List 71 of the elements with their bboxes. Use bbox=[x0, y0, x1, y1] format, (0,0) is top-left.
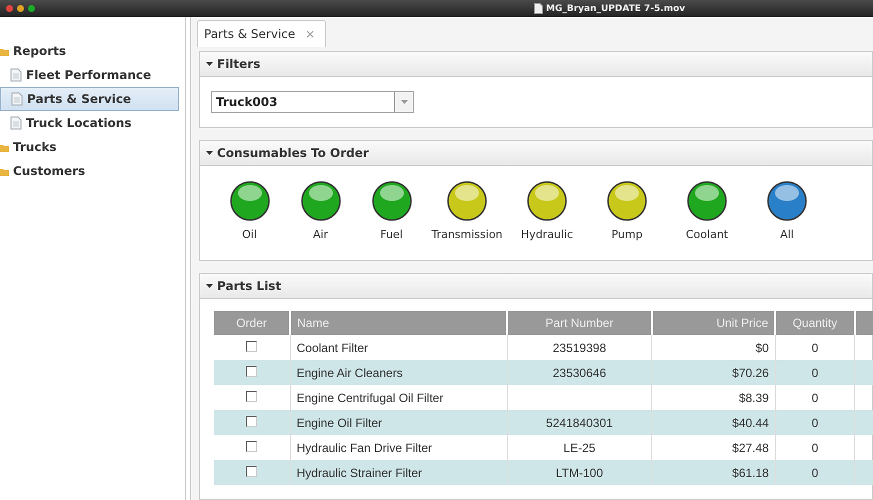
zoom-icon[interactable] bbox=[28, 5, 35, 12]
caret-icon bbox=[206, 150, 213, 156]
folder-icon bbox=[0, 142, 9, 152]
table-cell: 0 bbox=[812, 340, 818, 354]
table-cell: $40.44 bbox=[732, 416, 769, 430]
light-label: Hydraulic bbox=[520, 228, 574, 241]
section-header[interactable]: Consumables To Order bbox=[200, 141, 872, 166]
table-cell: $61.18 bbox=[732, 466, 769, 480]
checkbox[interactable] bbox=[246, 366, 258, 376]
tree-item[interactable]: Trucks bbox=[0, 135, 185, 159]
checkbox[interactable] bbox=[246, 466, 258, 476]
table-cell: 0 bbox=[812, 366, 818, 380]
tree-item[interactable]: Parts & Service bbox=[0, 87, 179, 111]
status-light[interactable] bbox=[766, 180, 808, 222]
table-cell: Coolant Filter bbox=[296, 340, 368, 354]
checkbox[interactable] bbox=[246, 440, 258, 452]
status-light[interactable] bbox=[526, 180, 568, 222]
document-icon bbox=[10, 68, 22, 82]
table-cell: 5241840301 bbox=[546, 416, 613, 430]
document-icon bbox=[534, 3, 543, 14]
table-cell: $27.48 bbox=[732, 440, 769, 454]
tree-item[interactable]: Fleet Performance bbox=[0, 63, 179, 87]
status-light[interactable] bbox=[300, 180, 342, 222]
light-label: Oil bbox=[242, 228, 257, 241]
tab[interactable]: Parts & Service × bbox=[197, 20, 326, 47]
table-cell: 0 bbox=[812, 416, 818, 430]
light-label: All bbox=[780, 228, 794, 241]
window-title: MG_Bryan_UPDATE 7-5.mov bbox=[546, 4, 686, 14]
table-cell: 0 bbox=[812, 390, 818, 404]
light-label: Air bbox=[312, 228, 328, 241]
tree-item[interactable]: Reports bbox=[0, 39, 185, 63]
checkbox[interactable] bbox=[246, 340, 258, 352]
tree-item[interactable]: Customers bbox=[0, 159, 185, 183]
table-cell: 0 bbox=[812, 466, 818, 480]
status-light[interactable] bbox=[606, 180, 648, 222]
truck-combo-box[interactable]: Truck003 bbox=[211, 91, 414, 113]
checkbox[interactable] bbox=[246, 416, 258, 426]
table-cell: $0 bbox=[755, 340, 769, 354]
light-label: Pump bbox=[611, 228, 643, 241]
table-cell: LE-25 bbox=[563, 440, 596, 454]
section-header[interactable]: Parts List bbox=[200, 274, 872, 299]
table-cell: Engine Oil Filter bbox=[296, 416, 382, 430]
checkbox[interactable] bbox=[246, 390, 258, 402]
status-light[interactable] bbox=[686, 180, 728, 222]
light-label: Transmission bbox=[431, 228, 503, 241]
table-cell: Engine Air Cleaners bbox=[296, 366, 403, 380]
caret-icon bbox=[206, 62, 213, 66]
tree-item[interactable]: Truck Locations bbox=[0, 111, 179, 135]
minimize-icon[interactable] bbox=[17, 5, 24, 12]
table-cell: Hydraulic Strainer Filter bbox=[296, 466, 422, 480]
table-cell: 23519398 bbox=[552, 340, 606, 354]
table-cell: $8.39 bbox=[738, 390, 769, 404]
document-icon bbox=[10, 116, 22, 130]
status-light[interactable] bbox=[228, 180, 270, 222]
table-cell: Hydraulic Fan Drive Filter bbox=[296, 440, 432, 454]
table-cell: $70.26 bbox=[732, 366, 769, 380]
table-cell: Engine Centrifugal Oil Filter bbox=[296, 390, 444, 404]
folder-icon bbox=[0, 166, 9, 176]
folder-icon bbox=[0, 46, 9, 56]
status-light[interactable] bbox=[370, 180, 412, 222]
light-label: Fuel bbox=[380, 228, 403, 241]
light-label: Coolant bbox=[686, 228, 728, 241]
status-light[interactable] bbox=[446, 180, 488, 222]
table-cell: 23530646 bbox=[552, 366, 606, 380]
document-icon bbox=[11, 92, 23, 106]
table-cell: 0 bbox=[812, 440, 818, 454]
section-header[interactable]: Filters bbox=[200, 52, 872, 77]
caret-icon bbox=[206, 284, 213, 288]
table-cell: LTM-100 bbox=[556, 466, 603, 480]
close-icon[interactable] bbox=[6, 5, 13, 12]
dropdown-icon[interactable] bbox=[400, 100, 408, 104]
